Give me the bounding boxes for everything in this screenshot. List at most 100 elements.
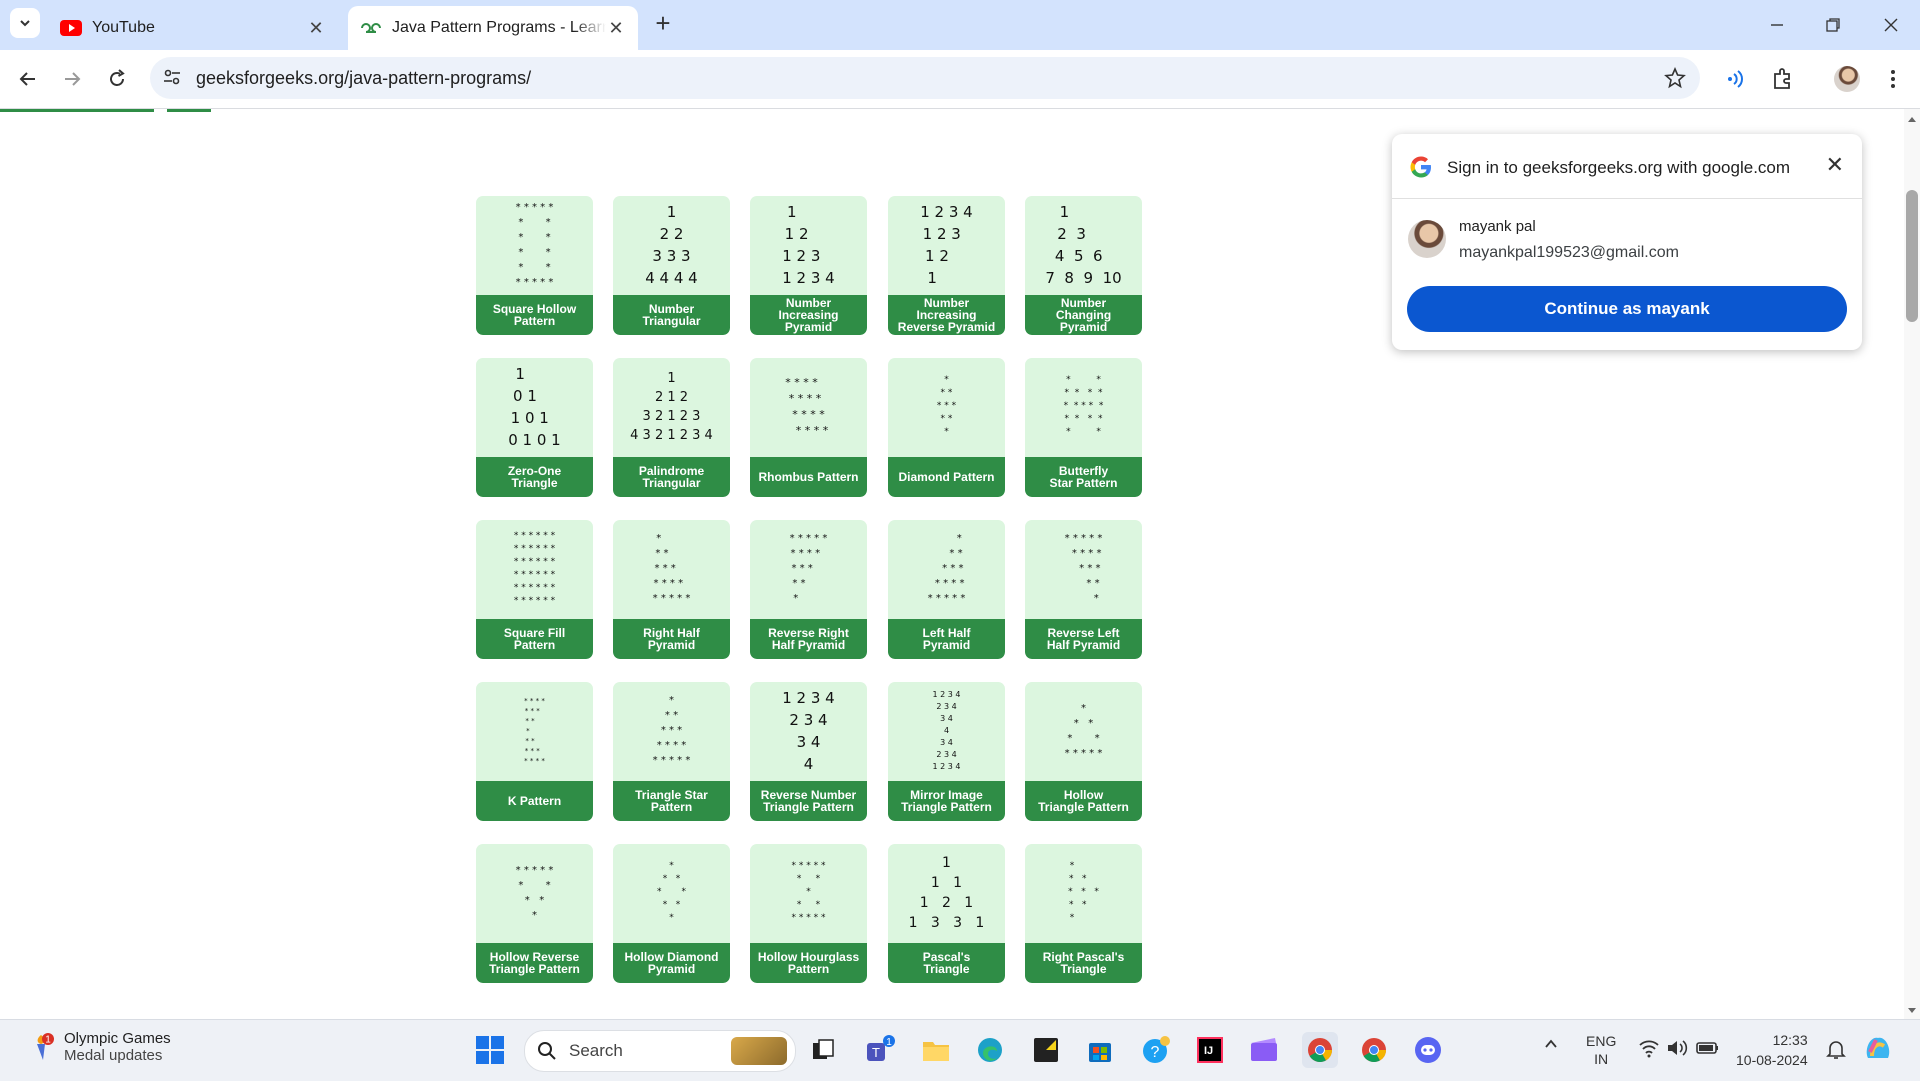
pattern-card[interactable]: 1 1 1 1 2 1 1 3 3 1 Pascal's Triangle (888, 844, 1005, 983)
pattern-card[interactable]: * * * * * * * * * * * * * * * * * * * * … (476, 520, 593, 659)
pattern-card[interactable]: 1 2 2 3 3 3 4 4 4 4 Number Triangular (613, 196, 730, 335)
minimize-icon[interactable] (1762, 10, 1792, 40)
pattern-card[interactable]: * * * * * * * * * * * * * * * * * Butterf… (1025, 358, 1142, 497)
battery-icon[interactable] (1696, 1038, 1720, 1061)
task-view-icon[interactable] (805, 1032, 841, 1068)
pattern-card[interactable]: * * * * * * * * * Right Pascal's Triangl… (1025, 844, 1142, 983)
close-tab-icon[interactable]: ✕ (606, 18, 626, 39)
pattern-card[interactable]: * * * * * * * * * * * * * * * * Rhombus … (750, 358, 867, 497)
pattern-card[interactable]: * * * * * * * * * * Hollow Reverse Triang… (476, 844, 593, 983)
pattern-card[interactable]: 1 0 1 1 0 1 0 1 0 1 Zero-One Triangle (476, 358, 593, 497)
widgets-button[interactable]: 1 Olympic Games Medal updates (28, 1030, 171, 1064)
close-icon[interactable]: ✕ (1826, 152, 1844, 178)
teams-icon[interactable]: T1 (862, 1032, 898, 1068)
pattern-card[interactable]: * * * * * * * * * Diamond Pattern (888, 358, 1005, 497)
pattern-card[interactable]: * * * * * * * * * * * * * * * * * * Squar… (476, 196, 593, 335)
popup-title: Sign in to geeksforgeeks.org with google… (1447, 158, 1791, 177)
pattern-illustration: * * * * * * * * * * * * * * * * * * (515, 201, 554, 288)
pattern-illustration: * * * * * * * * * * (515, 864, 554, 921)
scrollbar-thumb[interactable] (1906, 190, 1918, 322)
reload-icon[interactable] (102, 64, 132, 94)
video-editor-icon[interactable] (1246, 1032, 1282, 1068)
tab-youtube[interactable]: YouTube ✕ (48, 6, 338, 50)
forward-arrow-icon[interactable] (57, 64, 87, 94)
pattern-illustration: 1 2 3 4 2 3 4 3 4 4 3 4 2 3 4 1 2 3 4 (932, 689, 961, 771)
clock-time: 12:33 (1772, 1032, 1808, 1048)
volume-icon[interactable] (1666, 1038, 1688, 1061)
pattern-card[interactable]: * * * * * * * * * * * * * * * * * * * K P… (476, 682, 593, 821)
tab-gfg[interactable]: Java Pattern Programs - Learn How to Pri… (348, 6, 638, 50)
region-code: IN (1594, 1051, 1609, 1067)
pattern-label: Square Hollow Pattern (476, 295, 593, 335)
file-explorer-icon[interactable] (918, 1032, 954, 1068)
chrome-profile-icon[interactable] (1356, 1032, 1392, 1068)
pattern-card[interactable]: * * * * * * * * * * * * * * * Hollow Hour… (750, 844, 867, 983)
pattern-card[interactable]: * * * * * * * * * * * * * * * Triangle St… (613, 682, 730, 821)
read-aloud-icon[interactable] (1720, 64, 1750, 94)
sticky-notes-icon[interactable] (1028, 1032, 1064, 1068)
pattern-illustration: * * * * * * * * * (936, 375, 957, 437)
pattern-card[interactable]: * * * * * * * * * * Hollow Triangle Patte… (1025, 682, 1142, 821)
bookmark-star-icon[interactable] (1664, 66, 1686, 94)
pattern-card[interactable]: 1 2 1 2 3 2 1 2 3 4 3 2 1 2 3 4 Palindrom… (613, 358, 730, 497)
avatar (1408, 220, 1446, 258)
copilot-icon[interactable] (1862, 1032, 1894, 1067)
pattern-illustration: * * * * * * * * * * * * * * * * * * * * … (513, 530, 556, 606)
pattern-card[interactable]: * * * * * * * * * * * * * * * Reverse Lef… (1025, 520, 1142, 659)
language-indicator[interactable]: ENG IN (1586, 1032, 1616, 1068)
new-tab-button[interactable]: + (650, 10, 676, 36)
progress-line (0, 109, 154, 112)
pattern-card[interactable]: 1 1 2 1 2 3 1 2 3 4 Number Increasing Pyr… (750, 196, 867, 335)
site-info-icon[interactable] (162, 67, 182, 92)
restore-icon[interactable] (1818, 10, 1848, 40)
pattern-label: Reverse Number Triangle Pattern (750, 781, 867, 821)
chrome-icon[interactable] (1302, 1032, 1338, 1068)
scroll-down-icon[interactable] (1907, 1007, 1917, 1015)
pattern-card[interactable]: 1 2 3 4 1 2 3 1 2 1 Number Increasing Re… (888, 196, 1005, 335)
profile-avatar[interactable] (1832, 64, 1862, 94)
intellij-icon[interactable]: IJ (1192, 1032, 1228, 1068)
help-icon[interactable]: ? (1138, 1032, 1174, 1068)
pattern-card[interactable]: 1 2 3 4 2 3 4 3 4 4 Reverse Number Triang… (750, 682, 867, 821)
extensions-icon[interactable] (1767, 64, 1797, 94)
pattern-label: Number Triangular (613, 295, 730, 335)
clock-date: 10-08-2024 (1736, 1052, 1808, 1068)
pattern-card[interactable]: * * * * * * * * * * * * * * * Reverse Ri… (750, 520, 867, 659)
pattern-label: Mirror Image Triangle Pattern (888, 781, 1005, 821)
continue-button[interactable]: Continue as mayank (1407, 286, 1847, 332)
pattern-label: Palindrome Triangular (613, 457, 730, 497)
scroll-up-icon[interactable] (1907, 115, 1917, 123)
start-button[interactable] (472, 1032, 508, 1068)
pattern-illustration: * * * * * * * * * * * * * * * * * (1063, 375, 1104, 437)
pattern-label: Reverse Right Half Pyramid (750, 619, 867, 659)
google-logo-icon (1408, 154, 1434, 185)
pattern-card[interactable]: 1 2 3 4 5 6 7 8 9 10 Number Changing Pyra… (1025, 196, 1142, 335)
close-tab-icon[interactable]: ✕ (306, 18, 326, 39)
pattern-illustration: * * * * * * * * * * * * * * * (652, 533, 691, 604)
clock[interactable]: 12:33 10-08-2024 (1736, 1030, 1808, 1070)
wifi-icon[interactable] (1638, 1038, 1660, 1061)
pattern-illustration: * * * * * * * * * * * * * * * (927, 533, 966, 604)
close-window-icon[interactable] (1876, 10, 1906, 40)
pattern-card[interactable]: 1 2 3 4 2 3 4 3 4 4 3 4 2 3 4 1 2 3 4 Mir… (888, 682, 1005, 821)
pattern-card[interactable]: * * * * * * * * Hollow Diamond Pyramid (613, 844, 730, 983)
tab-search-button[interactable] (10, 8, 40, 38)
pattern-label: Triangle Star Pattern (613, 781, 730, 821)
pattern-illustration: 1 2 3 4 2 3 4 3 4 4 (782, 688, 835, 773)
pattern-card[interactable]: * * * * * * * * * * * * * * * Right Half … (613, 520, 730, 659)
pattern-card[interactable]: * * * * * * * * * * * * * * * Left Half P… (888, 520, 1005, 659)
edge-icon[interactable] (972, 1032, 1008, 1068)
pattern-label: Right Half Pyramid (613, 619, 730, 659)
pattern-illustration: * * * * * * * * * * * * * * * * (785, 375, 829, 437)
taskbar-search[interactable]: Search (524, 1030, 796, 1072)
widget-subtitle: Medal updates (64, 1047, 163, 1064)
more-menu-icon[interactable] (1878, 64, 1908, 94)
pattern-illustration: * * * * * * * * * * * * * * * (789, 533, 828, 604)
chevron-up-icon[interactable] (1543, 1036, 1559, 1055)
address-bar[interactable]: geeksforgeeks.org/java-pattern-programs/ (150, 57, 1700, 99)
back-arrow-icon[interactable] (13, 64, 43, 94)
svg-text:?: ? (1151, 1044, 1160, 1061)
notification-bell-icon[interactable] (1826, 1038, 1846, 1063)
microsoft-store-icon[interactable] (1082, 1032, 1118, 1068)
discord-icon[interactable] (1410, 1032, 1446, 1068)
